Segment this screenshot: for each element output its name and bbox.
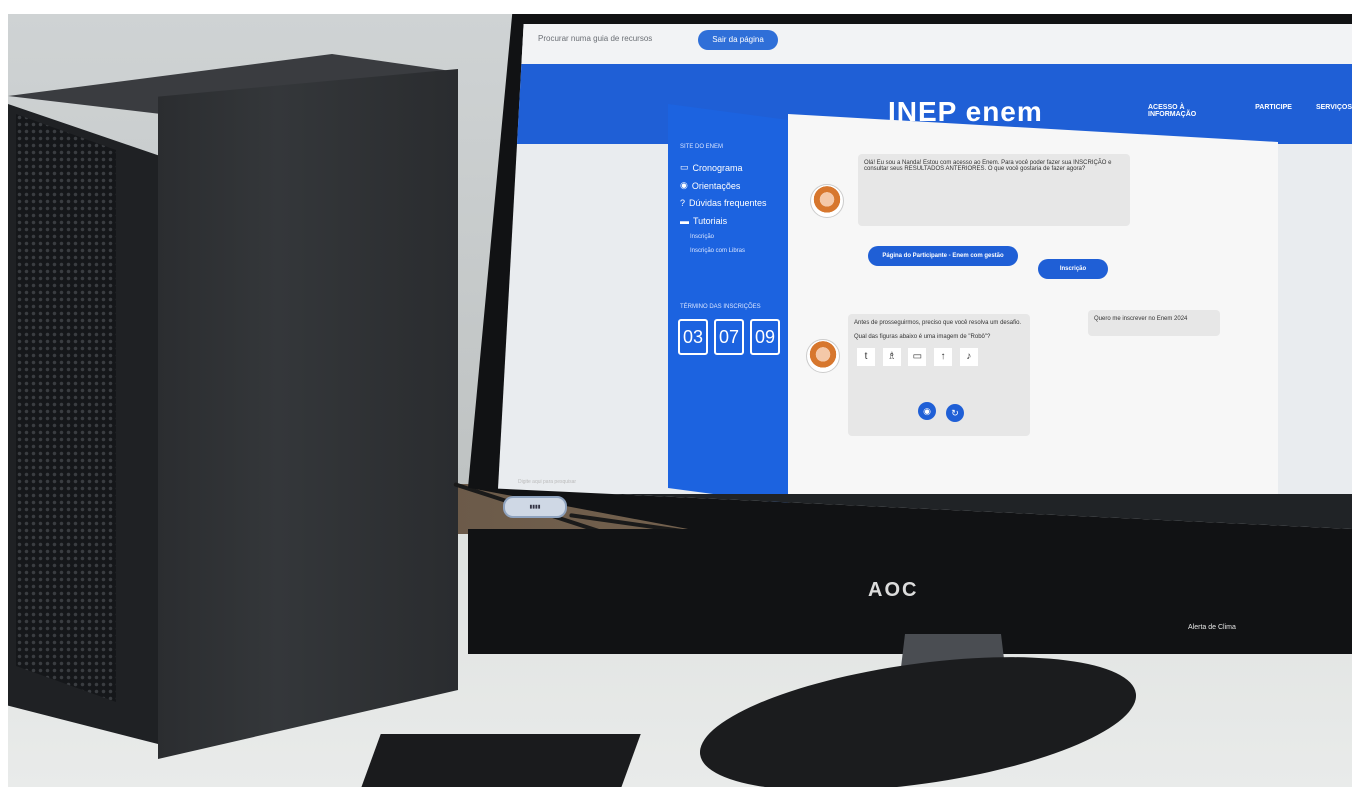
sidebar-item-cronograma[interactable]: ▭ Cronograma <box>680 162 743 173</box>
captcha-card: Antes de prosseguirmos, preciso que você… <box>848 314 1030 436</box>
nav-item[interactable]: PARTICIPE <box>1255 104 1292 118</box>
captcha-option-icon[interactable]: ▭ <box>908 348 927 366</box>
participant-page-button[interactable]: Página do Participante - Enem com gestão <box>868 246 1018 266</box>
question-icon: ? <box>680 198 686 208</box>
monitor-screen: Procurar numa guia de recursos Sair da p… <box>498 24 1352 529</box>
keyboard <box>355 734 641 787</box>
captcha-option-icon[interactable]: ↑ <box>934 348 953 366</box>
info-icon: ◉ <box>680 180 688 190</box>
captcha-option-icon[interactable]: ♪ <box>959 348 978 366</box>
captcha-options: t ♗ ▭ ↑ ♪ <box>854 348 1024 366</box>
bot-avatar <box>810 184 844 218</box>
video-icon: ▬ <box>680 216 689 226</box>
bot-avatar <box>806 339 840 373</box>
exit-page-button[interactable]: Sair da página <box>698 30 778 50</box>
inscricao-button[interactable]: Inscrição <box>1038 259 1108 279</box>
countdown-minutes: 09 <box>750 319 780 355</box>
bot-message: Olá! Eu sou a Nanda! Estou com acesso ao… <box>858 154 1130 226</box>
user-message: Quero me inscrever no Enem 2024 <box>1088 310 1220 336</box>
sidebar-subitem[interactable]: Inscrição <box>690 234 714 240</box>
sidebar-item-tutoriais[interactable]: ▬ Tutoriais <box>680 216 727 226</box>
top-nav: ACESSO À INFORMAÇÃO PARTICIPE SERVIÇOS <box>1148 104 1352 118</box>
browser-bar: Procurar numa guia de recursos Sair da p… <box>498 24 1352 64</box>
nav-item[interactable]: SERVIÇOS <box>1316 104 1352 118</box>
nav-item[interactable]: ACESSO À INFORMAÇÃO <box>1148 104 1231 118</box>
tower-front <box>158 69 458 759</box>
captcha-intro: Antes de prosseguirmos, preciso que você… <box>854 320 1022 326</box>
tray-weather-alert[interactable]: Alerta de Clima <box>1188 624 1236 631</box>
captcha-option-icon[interactable]: ♗ <box>882 348 901 366</box>
countdown-hours: 07 <box>714 319 744 355</box>
calendar-icon: ▭ <box>680 162 689 172</box>
photo: Procurar numa guia de recursos Sair da p… <box>8 14 1352 787</box>
sidebar-title: SITE DO ENEM <box>680 144 724 150</box>
audio-icon[interactable]: ◉ <box>918 402 936 420</box>
monitor-logo: AOC <box>868 579 919 601</box>
countdown-days: 03 <box>678 319 708 355</box>
sidebar-item-orientacoes[interactable]: ◉ Orientações <box>680 180 740 191</box>
tower-mesh <box>16 114 116 702</box>
asset-sticker: ▮▮▮▮ <box>503 496 567 518</box>
browser-notice: Procurar numa guia de recursos <box>538 34 653 43</box>
chat-window: Olá! Eu sou a Nanda! Estou com acesso ao… <box>788 114 1278 514</box>
refresh-icon[interactable]: ↻ <box>946 404 964 422</box>
countdown: 03 07 09 <box>678 319 780 355</box>
pc-tower <box>8 54 458 759</box>
sidebar-subitem[interactable]: Inscrição com Libras <box>690 248 745 254</box>
captcha-option-icon[interactable]: t <box>857 348 875 366</box>
monitor: Procurar numa guia de recursos Sair da p… <box>468 14 1352 654</box>
countdown-title: TÉRMINO DAS INSCRIÇÕES <box>680 304 761 310</box>
sidebar-item-duvidas[interactable]: ? Dúvidas frequentes <box>680 198 767 208</box>
captcha-question: Qual das figuras abaixo é uma imagem de … <box>854 334 991 340</box>
sidebar: SITE DO ENEM ▭ Cronograma ◉ Orientações ? D… <box>668 104 788 504</box>
